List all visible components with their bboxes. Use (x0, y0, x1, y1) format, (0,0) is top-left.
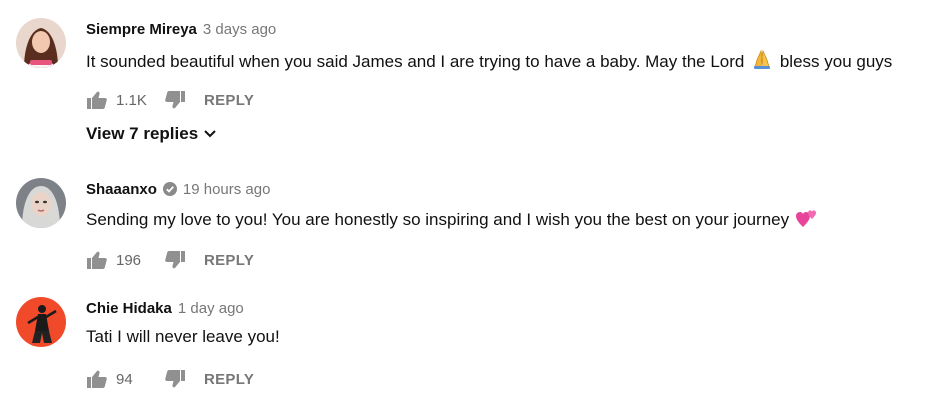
folded-hands-emoji (751, 48, 773, 75)
like-count: 94 (116, 370, 133, 388)
comment-text-part: bless you guys (779, 52, 893, 71)
author-name[interactable]: Siempre Mireya (86, 21, 197, 38)
comment-actions: 1.1K REPLY (86, 88, 254, 112)
comment-text-part: It sounded beautiful when you said James… (86, 52, 745, 71)
like-count: 196 (116, 251, 142, 269)
avatar[interactable] (16, 297, 66, 347)
thumbs-up-icon[interactable] (86, 368, 108, 390)
reply-button[interactable]: REPLY (204, 92, 254, 109)
avatar[interactable] (16, 178, 66, 228)
thumbs-up-icon[interactable] (86, 249, 108, 271)
comment-timestamp[interactable]: 19 hours ago (183, 181, 271, 198)
verified-badge-icon (162, 182, 177, 196)
comment-timestamp[interactable]: 3 days ago (203, 21, 276, 38)
two-hearts-emoji (795, 208, 818, 233)
comment-text: Sending my love to you! You are honestly… (86, 208, 820, 233)
thumbs-down-icon[interactable] (164, 368, 186, 390)
comment-header: Chie Hidaka 1 day ago (86, 297, 244, 319)
author-name[interactable]: Chie Hidaka (86, 300, 172, 317)
author-name[interactable]: Shaaanxo (86, 181, 157, 198)
comment-header: Siempre Mireya 3 days ago (86, 18, 276, 40)
view-replies-label: View 7 replies (86, 124, 199, 143)
comment-actions: 94 REPLY (86, 367, 254, 391)
comment-actions: 196 REPLY (86, 248, 254, 272)
comment-text-part: Sending my love to you! You are honestly… (86, 210, 790, 229)
comment-header: Shaaanxo 19 hours ago (86, 178, 270, 200)
comment-timestamp[interactable]: 1 day ago (178, 300, 244, 317)
comment-text-part: Tati I will never leave you! (86, 327, 280, 346)
view-replies-button[interactable]: View 7 replies (86, 124, 216, 144)
thumbs-up-icon[interactable] (86, 89, 108, 111)
reply-button[interactable]: REPLY (204, 371, 254, 388)
comment-text: Tati I will never leave you! (86, 327, 280, 347)
reply-button[interactable]: REPLY (204, 252, 254, 269)
like-count: 1.1K (116, 91, 147, 109)
comment-text: It sounded beautiful when you said James… (86, 48, 892, 75)
thumbs-down-icon[interactable] (164, 89, 186, 111)
chevron-down-icon (204, 130, 216, 138)
avatar[interactable] (16, 18, 66, 68)
thumbs-down-icon[interactable] (164, 249, 186, 271)
